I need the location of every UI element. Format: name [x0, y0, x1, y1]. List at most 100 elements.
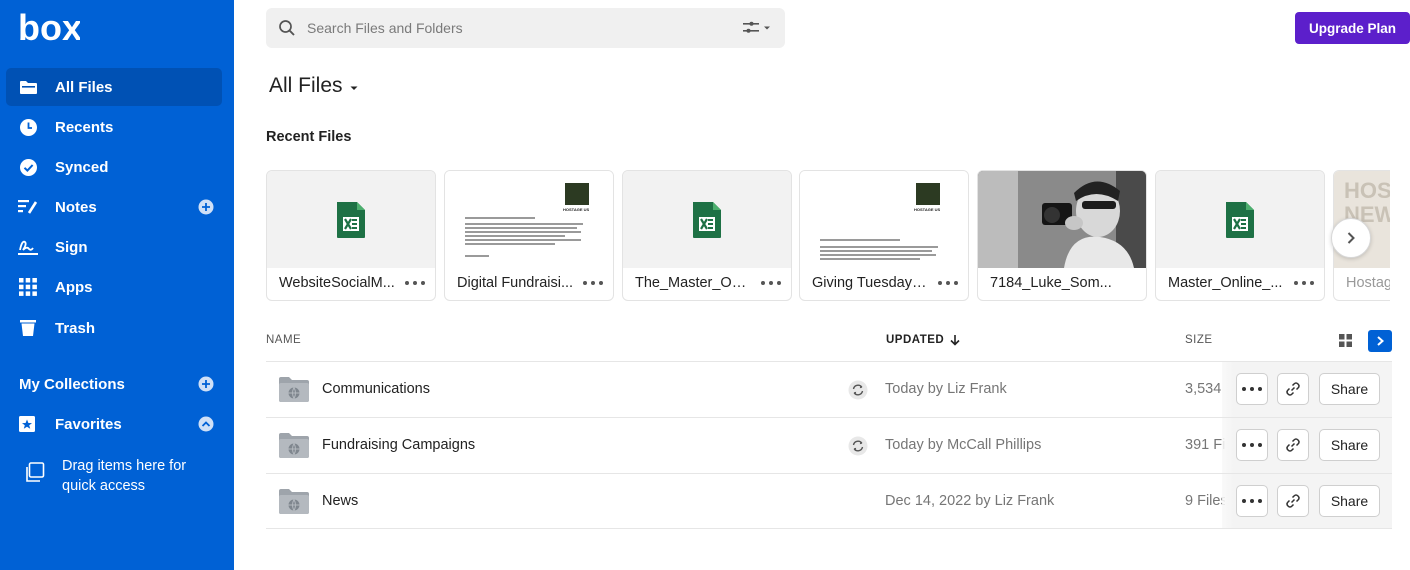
sidebar-item-trash[interactable]: Trash [6, 309, 222, 347]
more-options-icon[interactable] [761, 276, 781, 290]
search-input[interactable] [307, 20, 717, 36]
sidebar-item-all-files[interactable]: All Files [6, 68, 222, 106]
row-actions: Share [1222, 474, 1392, 529]
my-collections-label[interactable]: My Collections [19, 376, 125, 393]
favorites-drop-zone: Drag items here for quick access [24, 456, 212, 496]
more-options-icon[interactable] [405, 276, 425, 290]
hostage-us-logo [565, 183, 589, 205]
hostage-us-logo [916, 183, 940, 205]
carousel-next-button[interactable] [1331, 218, 1371, 258]
shared-folder-icon [279, 489, 309, 514]
updated-info: Today by McCall Phillips [885, 437, 1042, 453]
check-circle-icon [18, 157, 38, 177]
recent-file-card[interactable]: HOSTAGE US Giving Tuesday P... [799, 170, 969, 301]
copy-link-button[interactable] [1277, 429, 1309, 461]
sidebar-item-synced[interactable]: Synced [6, 148, 222, 186]
table-row[interactable]: Fundraising Campaigns Today by McCall Ph… [266, 418, 1392, 473]
file-name: Digital Fundraisi... [457, 275, 574, 291]
column-header-size[interactable]: SIZE [1185, 334, 1213, 346]
logo-caption: HOSTAGE US [914, 207, 941, 212]
file-thumbnail [1156, 171, 1324, 268]
sidebar-item-notes[interactable]: Notes [6, 188, 222, 226]
sidebar-item-apps[interactable]: Apps [6, 268, 222, 306]
sync-icon [848, 436, 868, 456]
page-title[interactable]: All Files [269, 74, 359, 98]
apps-grid-icon [18, 277, 38, 297]
file-thumbnail: HOSTAGE US [445, 171, 613, 268]
grid-view-icon[interactable] [1339, 334, 1352, 347]
table-divider [266, 528, 1392, 529]
chevron-right-icon [1377, 336, 1385, 346]
sidebar-item-label: All Files [55, 78, 113, 96]
upgrade-plan-button[interactable]: Upgrade Plan [1295, 12, 1410, 44]
sidebar: box All Files Recents Synced Notes Sign [0, 0, 234, 570]
photo-thumbnail [978, 171, 1146, 268]
more-options-icon[interactable] [583, 276, 603, 290]
more-options-button[interactable] [1236, 373, 1268, 405]
document-preview: HOSTAGE US [445, 171, 613, 268]
sidebar-item-recents[interactable]: Recents [6, 108, 222, 146]
excel-file-icon [337, 201, 365, 238]
sign-icon [18, 237, 38, 257]
share-button[interactable]: Share [1319, 485, 1380, 517]
folder-name[interactable]: Communications [322, 381, 430, 397]
sort-arrow-down-icon [950, 335, 960, 346]
add-note-icon[interactable] [198, 199, 214, 215]
copy-link-button[interactable] [1277, 485, 1309, 517]
folder-icon [18, 77, 38, 97]
sidebar-item-label: Notes [55, 198, 97, 216]
updated-info: Dec 14, 2022 by Liz Frank [885, 493, 1055, 509]
recent-file-card[interactable]: 7184_Luke_Som... [977, 170, 1147, 301]
updated-info: Today by Liz Frank [885, 381, 1007, 397]
sidebar-item-sign[interactable]: Sign [6, 228, 222, 266]
share-button[interactable]: Share [1319, 429, 1380, 461]
sidebar-item-favorites[interactable]: Favorites [6, 405, 222, 443]
add-collection-icon[interactable] [198, 376, 214, 392]
file-name: The_Master_Onli... [635, 275, 753, 291]
file-name: Master_Online_... [1168, 275, 1283, 291]
shared-folder-icon [279, 377, 309, 402]
sidebar-item-label: Synced [55, 158, 109, 176]
link-icon [1286, 438, 1300, 452]
folder-name[interactable]: News [322, 493, 358, 509]
search-bar[interactable] [266, 8, 785, 48]
table-row[interactable]: Communications Today by Liz Frank 3,534 … [266, 362, 1392, 417]
file-name: 7184_Luke_Som... [990, 275, 1112, 291]
item-size: 3,534 Files [1185, 381, 1225, 397]
file-thumbnail: HOSTAGE US [800, 171, 968, 268]
more-options-button[interactable] [1236, 429, 1268, 461]
recent-file-card[interactable]: HOSTAGE US Digital Fundraisi... [444, 170, 614, 301]
file-name: Giving Tuesday P... [812, 275, 930, 291]
chevron-right-icon [1347, 232, 1355, 244]
item-size: 391 Files [1185, 437, 1225, 453]
table-row[interactable]: News Dec 14, 2022 by Liz Frank 9 Files S… [266, 474, 1392, 529]
excel-file-icon [1226, 201, 1254, 238]
chevron-up-icon[interactable] [198, 416, 214, 432]
row-actions: Share [1222, 362, 1392, 417]
star-folder-icon [18, 414, 38, 434]
column-header-name[interactable]: NAME [266, 334, 301, 346]
column-header-updated-label: UPDATED [886, 334, 945, 346]
more-options-icon[interactable] [938, 276, 958, 290]
folder-name[interactable]: Fundraising Campaigns [322, 437, 475, 453]
filter-icon[interactable] [743, 21, 771, 35]
share-button[interactable]: Share [1319, 373, 1380, 405]
file-name: WebsiteSocialM... [279, 275, 395, 291]
drag-hint-text: Drag items here for quick access [62, 458, 187, 494]
details-panel-button[interactable] [1368, 330, 1392, 352]
more-options-icon[interactable] [1294, 276, 1314, 290]
column-header-updated[interactable]: UPDATED [886, 334, 961, 346]
recent-files-carousel: WebsiteSocialM... HOSTAGE US Digital Fun… [266, 170, 1390, 302]
recent-file-card[interactable]: Master_Online_... [1155, 170, 1325, 301]
file-thumbnail [267, 171, 435, 268]
box-logo[interactable]: box [18, 10, 80, 44]
row-actions: Share [1222, 418, 1392, 473]
copy-link-button[interactable] [1277, 373, 1309, 405]
sidebar-item-label: Apps [55, 278, 93, 296]
recent-files-heading: Recent Files [266, 129, 352, 145]
recent-file-card[interactable]: The_Master_Onli... [622, 170, 792, 301]
caret-down-icon [350, 86, 358, 90]
more-options-button[interactable] [1236, 485, 1268, 517]
page-title-text: All Files [269, 74, 343, 97]
recent-file-card[interactable]: WebsiteSocialM... [266, 170, 436, 301]
